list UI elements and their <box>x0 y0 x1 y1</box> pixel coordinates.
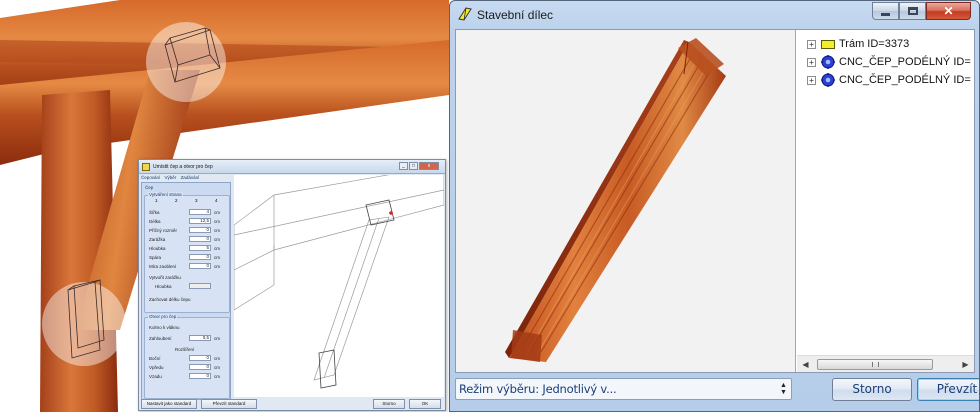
scrollbar-thumb[interactable] <box>817 359 933 370</box>
beam-3d-render <box>505 38 726 362</box>
horizontal-scrollbar[interactable]: ◀ ▶ <box>797 355 974 372</box>
beam-tenon-bottom <box>511 330 542 362</box>
inner-row: Šířka 4 cm <box>149 209 220 215</box>
tree-item-cnc-tenon[interactable]: + CNC_ČEP_PODÉLNÝ ID= <box>807 54 971 70</box>
reference-render-image: Umístit čep a otvor pro čep _ □ x Čepová… <box>0 0 449 412</box>
tree-item-cnc-tenon[interactable]: + CNC_ČEP_PODÉLNÝ ID= <box>807 72 971 88</box>
tree-expand-icon[interactable]: + <box>807 75 816 85</box>
embedded-tenon-dialog-image: Umístit čep a otvor pro čep _ □ x Čepová… <box>138 159 446 411</box>
gear-icon <box>821 55 835 69</box>
beam-icon <box>821 39 835 49</box>
title-bar[interactable]: Stavební dílec ✕ <box>450 1 979 29</box>
inner-row: Hloubka 5 cm <box>149 245 220 251</box>
tree-expand-icon[interactable]: + <box>807 39 816 49</box>
tree-item-beam[interactable]: + Trám ID=3373 <box>807 36 909 52</box>
inner-maximize-icon: □ <box>409 162 418 170</box>
inner-group-cep: Vytváření strana 1 2 3 4 Šířka 4 cm Délka 1… <box>144 192 230 313</box>
inner-check-row: Vytvořit zarážku <box>149 275 181 280</box>
prevzit-button[interactable]: Převzít <box>917 378 979 401</box>
inner-section-cep: Čep <box>145 185 154 190</box>
beam-side-face <box>505 40 689 358</box>
close-button[interactable]: ✕ <box>926 2 971 20</box>
inner-tab-zadavani: Zadávání <box>180 175 200 180</box>
storno-button[interactable]: Storno <box>832 378 912 401</box>
inner-wireframe-view <box>234 175 444 397</box>
gear-icon <box>821 73 835 87</box>
inner-radio-4: 4 <box>215 198 218 203</box>
inner-dialog-tabs: Čepování Výběr Zadávání <box>141 175 202 180</box>
inner-group-label: Vytváření strana <box>148 192 183 197</box>
scroll-left-arrow-icon[interactable]: ◀ <box>799 358 812 371</box>
inner-radio-1: 1 <box>155 198 158 203</box>
inner-depth-row: Hloubka <box>149 283 229 290</box>
inner-radio-3: 3 <box>195 198 198 203</box>
beam-app-icon <box>458 7 472 21</box>
inner-dialog-panel: Čep Vytváření strana 1 2 3 4 Šířka 4 cm Dé… <box>141 182 231 400</box>
maximize-button[interactable] <box>899 2 926 20</box>
inner-check2-row: Zachovat délku čepu <box>149 297 191 302</box>
inner-set-default-button: Nastavit jako standard <box>141 399 197 409</box>
inner-group-otvor: Otvor pro čep Kolmo k vláknu Zahloubení 0… <box>144 314 230 399</box>
inner-ok-button: OK <box>409 399 441 409</box>
inner-tab-vyber: Výběr <box>164 175 177 180</box>
inner-row: Příčný rozměr 0 cm <box>149 227 220 233</box>
close-icon: ✕ <box>943 4 954 18</box>
scrollbar-grip-icon <box>872 362 879 367</box>
inner-vrow: Vpředu 0 cm <box>149 364 220 370</box>
inner-row: Zaráž­ka 0 cm <box>149 236 220 242</box>
tree-item-label: CNC_ČEP_PODÉLNÝ ID= <box>839 56 971 68</box>
inner-tab-cepovani: Čepování <box>141 175 161 180</box>
inner-vrow: Vzadu 0 cm <box>149 373 220 379</box>
window-title: Stavební dílec <box>477 8 554 22</box>
inner-zahloubeni-row: Zahloubení 0,5 cm <box>149 335 220 341</box>
inner-row: Spára 0 cm <box>149 254 220 260</box>
inner-load-default-button: Převzít standard <box>201 399 257 409</box>
minimize-icon <box>881 12 890 16</box>
dialog-client-area: + Trám ID=3373 + CNC_ČEP_PODÉLNÝ ID= + C… <box>455 29 975 373</box>
inner-vrow: Boční 0 cm <box>149 355 220 361</box>
inner-row: Míra zaoblení 0 cm <box>149 263 220 269</box>
minimize-button[interactable] <box>872 2 899 20</box>
tree-item-label: CNC_ČEP_PODÉLNÝ ID= <box>839 74 971 86</box>
inner-kolmo-row: Kolmo k vláknu <box>149 325 180 330</box>
inner-storno-button: Storno <box>373 399 405 409</box>
inner-dialog-title: Umístit čep a otvor pro čep <box>153 164 213 170</box>
inner-row: Délka 12,5 cm <box>149 218 220 224</box>
inner-minimize-icon: _ <box>399 162 408 170</box>
inner-dialog-app-icon <box>142 163 150 171</box>
inner-dialog-title-bar: Umístit čep a otvor pro čep _ □ x <box>139 160 445 174</box>
selection-mode-dropdown[interactable]: Režim výběru: Jednotlivý v... ▲ ▼ <box>455 378 792 400</box>
spin-arrows-icon[interactable]: ▲ ▼ <box>778 382 789 396</box>
stavebni-dilec-window: Stavební dílec ✕ + Trám ID=3373 + CNC_ČE… <box>449 0 980 412</box>
tree-expand-icon[interactable]: + <box>807 57 816 67</box>
inner-vypustek-label: Rozšíření <box>175 347 195 352</box>
tree-item-label: Trám ID=3373 <box>839 38 910 50</box>
inner-close-icon: x <box>419 162 439 170</box>
3d-viewport[interactable] <box>456 30 796 372</box>
maximize-icon <box>907 7 918 15</box>
scroll-right-arrow-icon[interactable]: ▶ <box>959 358 972 371</box>
inner-wireframe-svg <box>234 175 444 389</box>
selection-mode-value: Režim výběru: Jednotlivý v... <box>459 382 617 396</box>
component-tree: + Trám ID=3373 + CNC_ČEP_PODÉLNÝ ID= + C… <box>797 30 974 372</box>
inner-radio-2: 2 <box>175 198 178 203</box>
